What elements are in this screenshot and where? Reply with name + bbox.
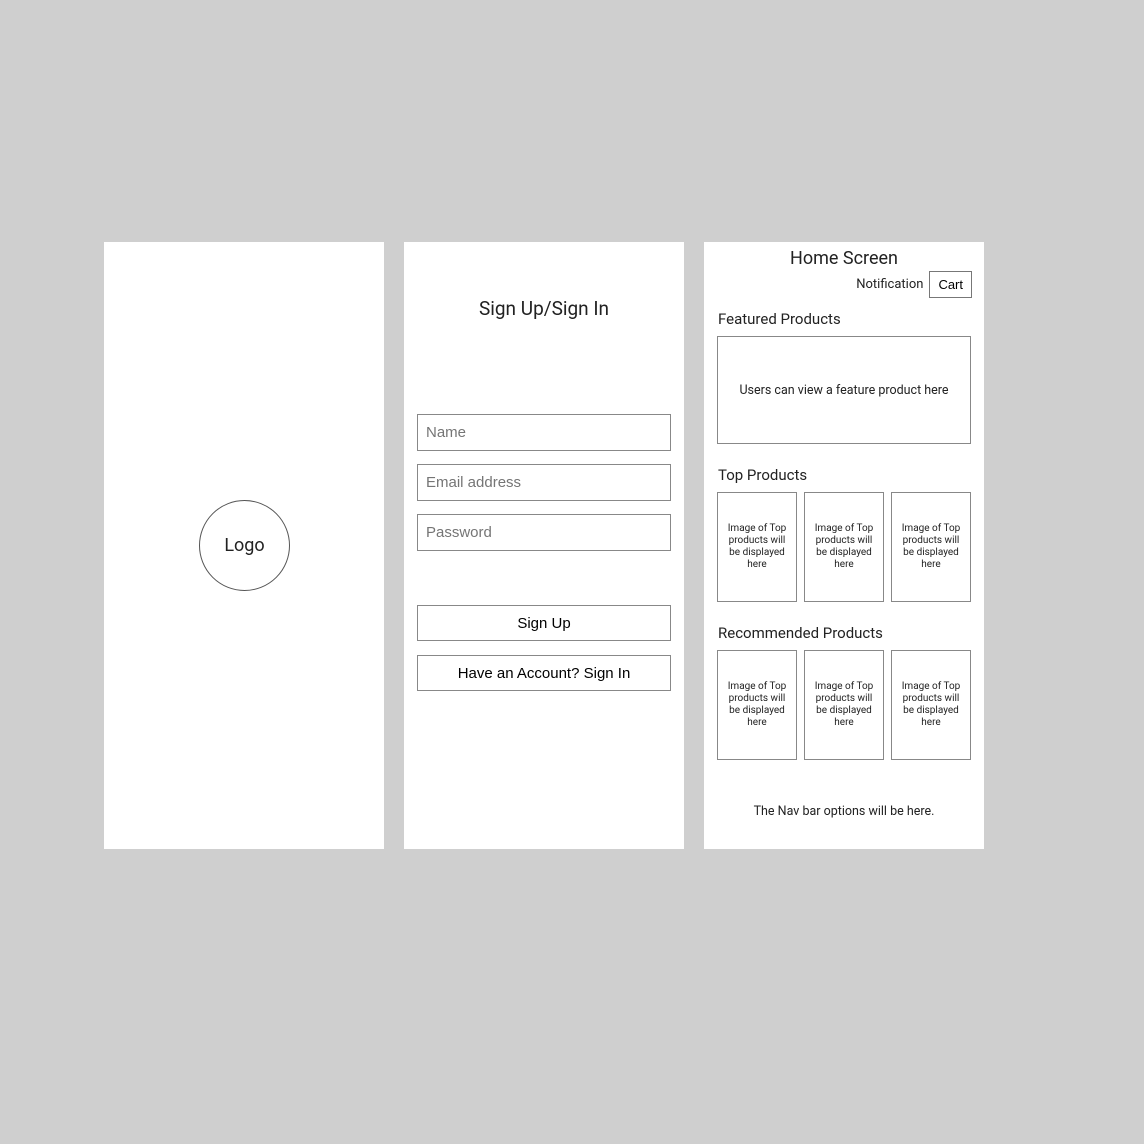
featured-products-title: Featured Products	[704, 310, 984, 328]
top-product-card[interactable]: Image of Top products will be displayed …	[804, 492, 884, 602]
recommended-product-card[interactable]: Image of Top products will be displayed …	[717, 650, 797, 760]
logo-label: Logo	[224, 535, 264, 556]
signup-button[interactable]: Sign Up	[417, 605, 671, 641]
home-screen: Home Screen Notification Cart Featured P…	[704, 242, 984, 849]
top-product-card[interactable]: Image of Top products will be displayed …	[891, 492, 971, 602]
signup-screen: Sign Up/Sign In Sign Up Have an Account?…	[404, 242, 684, 849]
recommended-product-card[interactable]: Image of Top products will be displayed …	[891, 650, 971, 760]
signin-button[interactable]: Have an Account? Sign In	[417, 655, 671, 691]
navbar-note: The Nav bar options will be here.	[704, 804, 984, 819]
top-product-text: Image of Top products will be displayed …	[809, 523, 879, 571]
logo-placeholder: Logo	[199, 500, 290, 591]
top-product-text: Image of Top products will be displayed …	[896, 523, 966, 571]
featured-product-box[interactable]: Users can view a feature product here	[717, 336, 971, 444]
recommended-product-text: Image of Top products will be displayed …	[809, 681, 879, 729]
recommended-product-text: Image of Top products will be displayed …	[722, 681, 792, 729]
splash-screen: Logo	[104, 242, 384, 849]
recommended-products-title: Recommended Products	[704, 624, 984, 642]
top-product-text: Image of Top products will be displayed …	[722, 523, 792, 571]
name-field[interactable]	[417, 414, 671, 451]
signup-title: Sign Up/Sign In	[404, 297, 684, 320]
top-product-card[interactable]: Image of Top products will be displayed …	[717, 492, 797, 602]
notification-label[interactable]: Notification	[856, 277, 923, 292]
recommended-product-card[interactable]: Image of Top products will be displayed …	[804, 650, 884, 760]
home-title: Home Screen	[704, 248, 984, 269]
top-products-title: Top Products	[704, 466, 984, 484]
recommended-product-text: Image of Top products will be displayed …	[896, 681, 966, 729]
featured-product-text: Users can view a feature product here	[739, 383, 948, 398]
email-field[interactable]	[417, 464, 671, 501]
password-field[interactable]	[417, 514, 671, 551]
cart-button[interactable]: Cart	[929, 271, 972, 298]
